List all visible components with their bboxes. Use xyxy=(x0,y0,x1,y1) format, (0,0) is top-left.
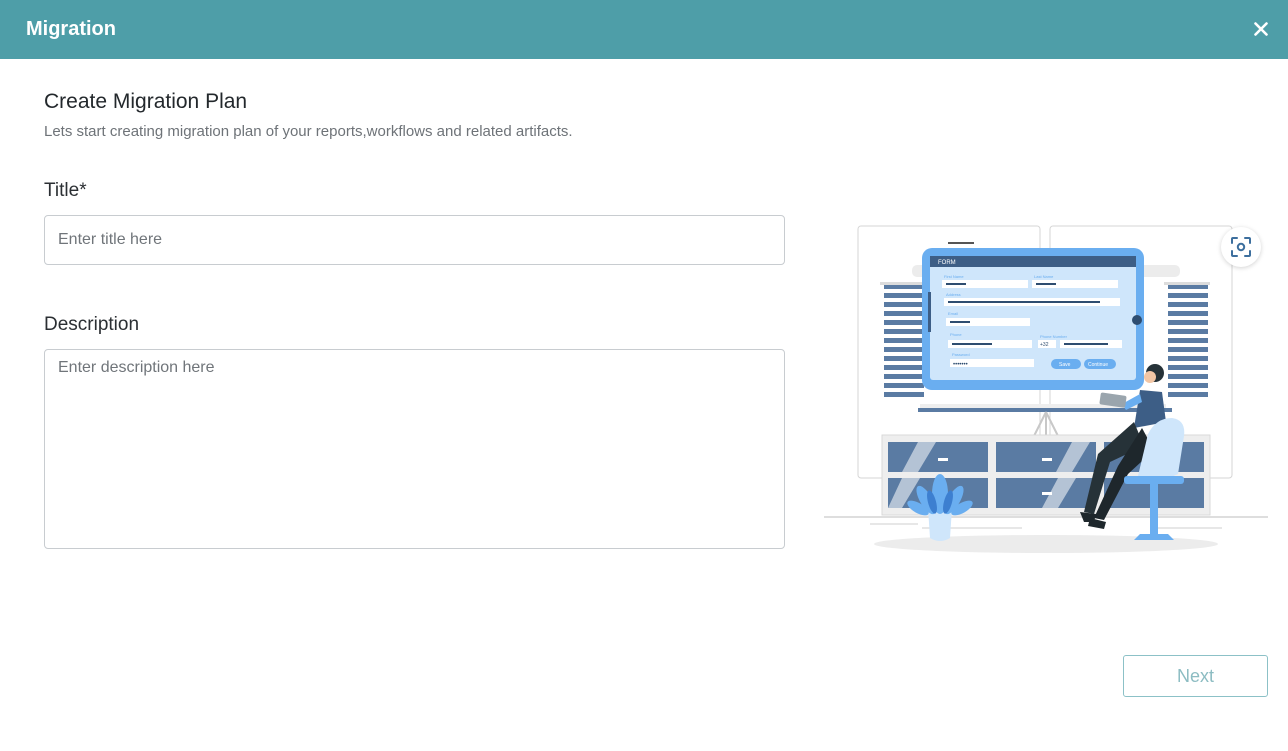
screen-field-label: Last Name xyxy=(1034,274,1054,279)
screen-phone-code: +32 xyxy=(1040,342,1049,348)
screen-save-button: Save xyxy=(1059,362,1071,368)
screen-continue-button: Continue xyxy=(1088,362,1108,368)
screen-field-label: First Name xyxy=(944,274,964,279)
screen-field-label: Address xyxy=(946,292,961,297)
screen-field-label: Phone xyxy=(950,332,962,337)
close-icon xyxy=(1254,22,1268,36)
page-title: Create Migration Plan xyxy=(44,90,248,113)
scan-button[interactable] xyxy=(1221,227,1261,267)
description-input[interactable] xyxy=(44,349,785,549)
title-input[interactable] xyxy=(44,215,785,265)
dialog-header: Migration xyxy=(0,0,1288,59)
screen-field-label: Phone Number xyxy=(1040,334,1068,339)
page-subtitle: Lets start creating migration plan of yo… xyxy=(44,123,573,140)
form-illustration: FORM First Name Last Name Address Email … xyxy=(824,225,1268,553)
screen-field-label: Email xyxy=(948,311,958,316)
description-label: Description xyxy=(44,314,140,335)
scan-icon xyxy=(1231,237,1251,257)
screen-field-label: Password xyxy=(952,352,970,357)
next-button[interactable]: Next xyxy=(1123,655,1268,697)
screen-password-mask: ••••••• xyxy=(953,362,968,368)
dialog-title: Migration xyxy=(26,18,116,40)
title-label: Title* xyxy=(44,180,87,201)
screen-header: FORM xyxy=(938,260,956,266)
close-button[interactable] xyxy=(1250,18,1272,40)
